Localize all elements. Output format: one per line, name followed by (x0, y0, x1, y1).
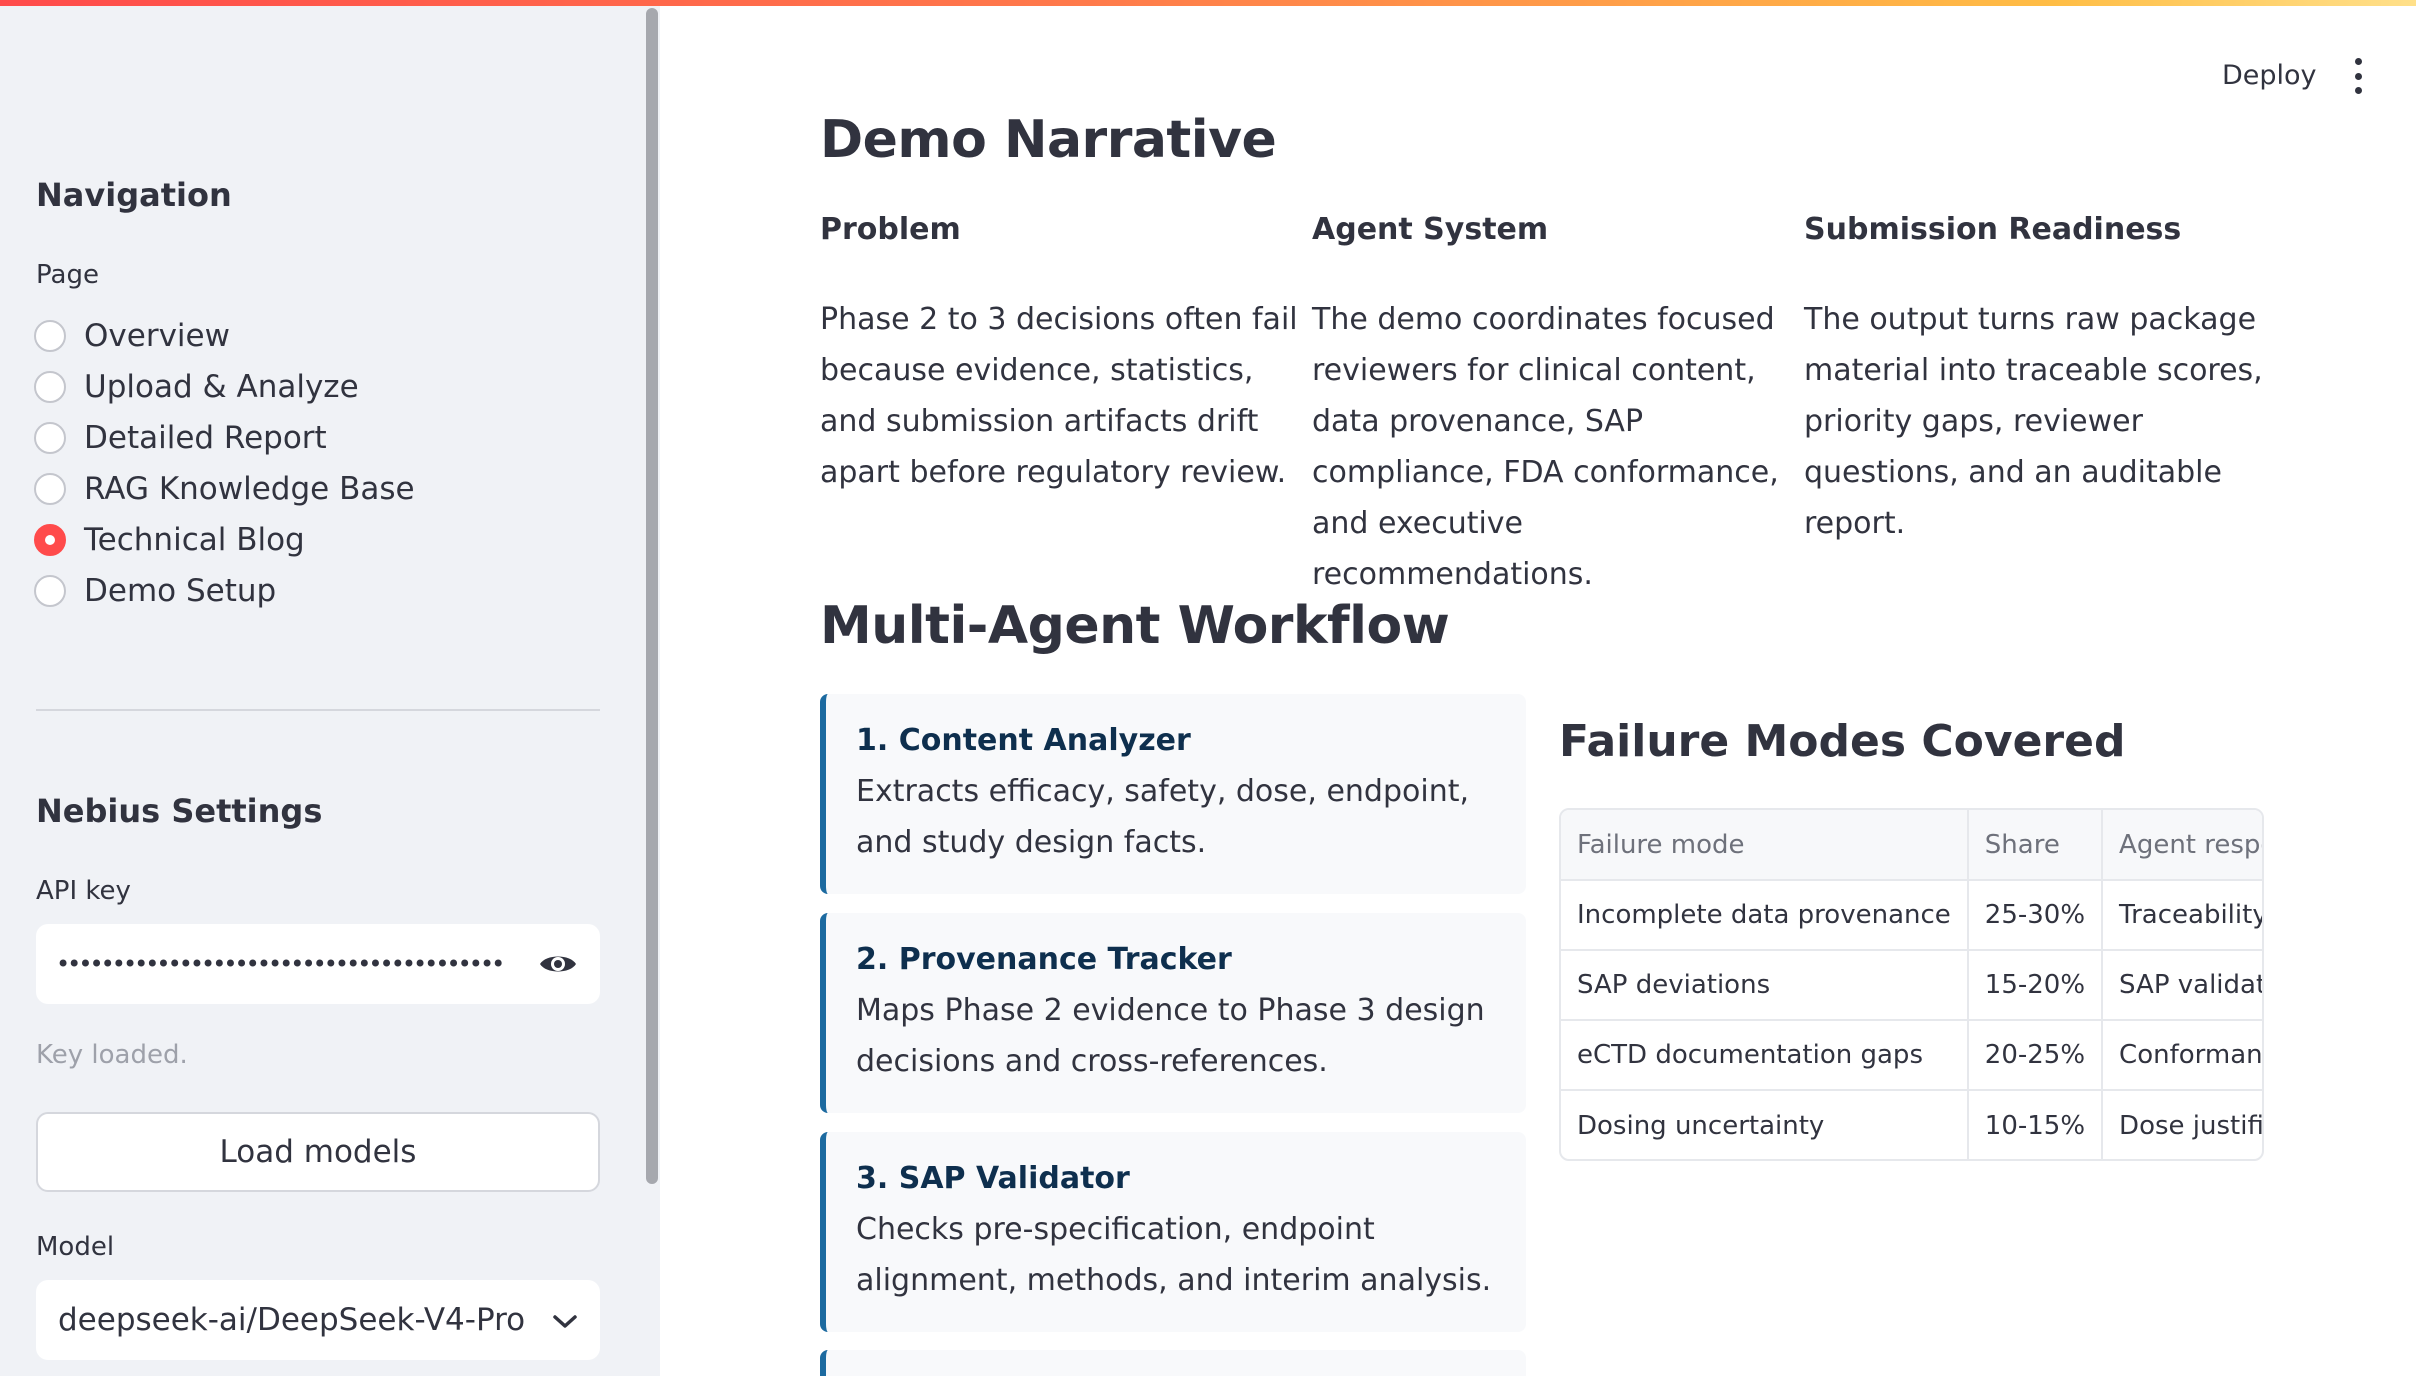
table-row: SAP deviations 15-20% SAP validation (1561, 950, 2262, 1021)
deploy-button[interactable]: Deploy (2222, 60, 2317, 91)
table-cell: Conformance che (2102, 1020, 2262, 1091)
radio-button-icon[interactable] (34, 421, 66, 454)
radio-upload-analyze[interactable]: Upload & Analyze (34, 361, 415, 412)
column-title: Agent System (1312, 212, 1549, 247)
radio-detailed-report[interactable]: Detailed Report (34, 412, 415, 463)
sidebar: Navigation Page Overview Upload & Analyz… (0, 0, 660, 1376)
chevron-down-icon[interactable] (552, 1302, 578, 1338)
column-text: The output turns raw package material in… (1804, 302, 2263, 541)
radio-overview[interactable]: Overview (34, 310, 415, 361)
model-select[interactable]: deepseek-ai/DeepSeek-V4-Pro (36, 1280, 600, 1360)
main-menu-kebab-icon[interactable] (2346, 58, 2370, 94)
page-radio-group: Overview Upload & Analyze Detailed Repor… (34, 310, 415, 616)
page-title: Demo Narrative (820, 110, 1277, 170)
radio-button-selected-icon[interactable] (34, 523, 66, 556)
show-password-eye-icon[interactable] (536, 942, 580, 986)
table-cell: Dose justification (2119, 1110, 2264, 1141)
page-label: Page (36, 260, 99, 290)
narrative-column-agent-system: Agent System The demo coordinates focuse… (1312, 212, 1792, 600)
table-cell: SAP deviations (1561, 950, 1969, 1021)
card-text: Checks pre-specification, endpoint align… (856, 1212, 1492, 1298)
load-models-button[interactable]: Load models (36, 1112, 600, 1192)
table-header-row: Failure mode Share Agent response (1561, 810, 2262, 881)
table-cell: 15-20% (1967, 950, 2104, 1021)
radio-rag-knowledge-base[interactable]: RAG Knowledge Base (34, 463, 415, 514)
table-row: eCTD documentation gaps 20-25% Conforman… (1561, 1020, 2262, 1091)
key-status-text: Key loaded. (36, 1040, 188, 1070)
failure-modes-heading: Failure Modes Covered (1559, 716, 2126, 767)
agent-card-provenance-tracker: 2. Provenance Tracker Maps Phase 2 evide… (820, 913, 1526, 1113)
radio-technical-blog[interactable]: Technical Blog (34, 514, 415, 565)
agent-card-sap-validator: 3. SAP Validator Checks pre-specificatio… (820, 1132, 1526, 1332)
radio-label: Demo Setup (84, 572, 277, 609)
radio-label: RAG Knowledge Base (84, 470, 415, 507)
radio-label: Upload & Analyze (84, 368, 359, 405)
workflow-heading: Multi-Agent Workflow (820, 596, 1450, 656)
table-cell: Traceability map (2102, 880, 2262, 951)
navigation-title: Navigation (36, 176, 232, 214)
table-cell: 25-30% (1967, 880, 2104, 951)
agent-card-content-analyzer: 1. Content Analyzer Extracts efficacy, s… (820, 694, 1526, 894)
api-key-label: API key (36, 876, 131, 906)
table-cell: eCTD documentation gaps (1561, 1020, 1969, 1091)
radio-label: Detailed Report (84, 419, 327, 456)
api-key-masked-value[interactable]: •••••••••••••••••••••••••••••••••••••••• (56, 950, 536, 978)
narrative-column-submission-readiness: Submission Readiness The output turns ra… (1804, 212, 2284, 549)
table-row: Dosing uncertainty 10-15% Dose justifica… (1561, 1090, 2264, 1159)
card-text: Maps Phase 2 evidence to Phase 3 design … (856, 993, 1485, 1079)
narrative-column-problem: Problem Phase 2 to 3 decisions often fai… (820, 212, 1300, 498)
card-title: 3. SAP Validator (856, 1161, 1130, 1196)
radio-label: Overview (84, 317, 230, 354)
radio-button-icon[interactable] (34, 574, 66, 607)
model-select-value: deepseek-ai/DeepSeek-V4-Pro (58, 1302, 526, 1338)
table-cell: Dosing uncertainty (1561, 1090, 1969, 1159)
radio-button-icon[interactable] (34, 319, 66, 352)
radio-button-icon[interactable] (34, 370, 66, 403)
radio-label: Technical Blog (84, 521, 305, 558)
card-title: 1. Content Analyzer (856, 723, 1191, 758)
card-text: Extracts efficacy, safety, dose, endpoin… (856, 774, 1470, 860)
model-label: Model (36, 1232, 115, 1262)
column-header[interactable]: Failure mode (1561, 810, 1969, 881)
column-title: Submission Readiness (1804, 212, 2182, 247)
column-text: Phase 2 to 3 decisions often fail becaus… (820, 302, 1298, 490)
sidebar-scrollbar[interactable] (646, 8, 658, 1184)
agent-card-partial (820, 1350, 1526, 1376)
sidebar-divider (36, 709, 600, 711)
column-header[interactable]: Agent response (2102, 810, 2262, 881)
table-cell: SAP validation (2102, 950, 2262, 1021)
column-title: Problem (820, 212, 961, 247)
column-text: The demo coordinates focused reviewers f… (1312, 302, 1779, 592)
table-cell: 10-15% (1967, 1090, 2104, 1159)
failure-modes-table[interactable]: Failure mode Share Agent response Incomp… (1559, 808, 2264, 1161)
table-row: Incomplete data provenance 25-30% Tracea… (1561, 880, 2262, 951)
column-header[interactable]: Share (1967, 810, 2104, 881)
table-cell: 20-25% (1967, 1020, 2104, 1091)
top-decoration-bar (0, 0, 2416, 6)
radio-button-icon[interactable] (34, 472, 66, 505)
api-key-field[interactable]: •••••••••••••••••••••••••••••••••••••••• (36, 924, 600, 1004)
radio-demo-setup[interactable]: Demo Setup (34, 565, 415, 616)
nebius-settings-title: Nebius Settings (36, 792, 323, 830)
table-cell: Incomplete data provenance (1561, 880, 1969, 951)
card-title: 2. Provenance Tracker (856, 942, 1232, 977)
